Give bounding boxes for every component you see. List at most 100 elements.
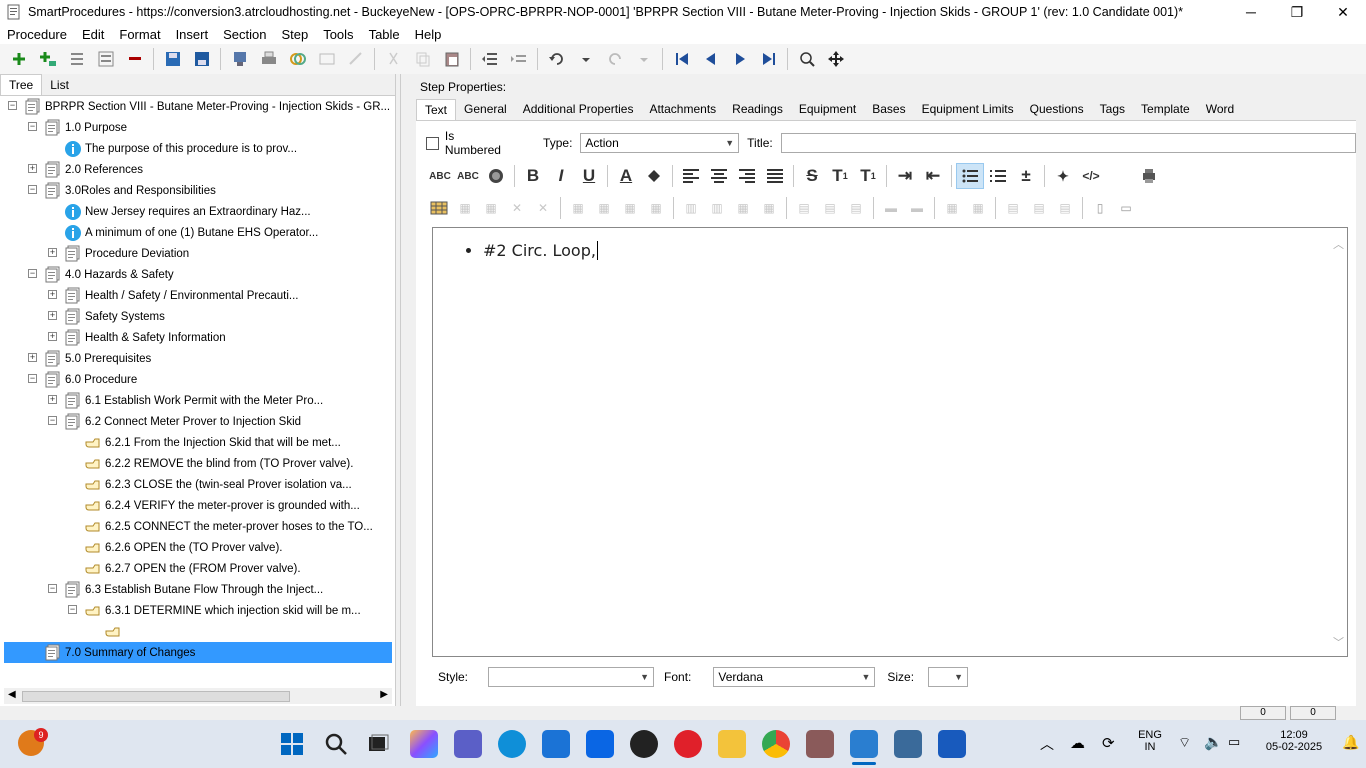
undo-icon[interactable] (542, 46, 571, 72)
tree-node[interactable]: 6.2.7 OPEN the (FROM Prover valve). (84, 558, 301, 579)
subscript-icon[interactable]: T1 (854, 163, 882, 189)
tree-node[interactable]: − 6.3 Establish Butane Flow Through the I… (48, 579, 323, 600)
table-tool-icon[interactable]: ▦ (730, 197, 756, 219)
tab-text[interactable]: Text (416, 99, 457, 120)
table-tool-icon[interactable]: ▤ (817, 197, 843, 219)
power-automate-icon[interactable] (586, 730, 614, 758)
table-tool-icon[interactable]: ▦ (565, 197, 591, 219)
font-select[interactable]: Verdana ▼ (713, 667, 876, 687)
battery-icon[interactable]: ▭ (1228, 734, 1240, 750)
tray-sync-icon[interactable]: ⟳ (1102, 734, 1115, 752)
redirect-icon[interactable] (341, 46, 370, 72)
menu-procedure[interactable]: Procedure (0, 27, 75, 42)
tree-node[interactable]: − 1.0 Purpose (28, 117, 127, 138)
collapse-icon[interactable]: − (48, 584, 57, 593)
language-indicator[interactable]: ENG IN (1134, 729, 1166, 753)
tree-node[interactable]: 6.2.4 VERIFY the meter-prover is grounde… (84, 495, 360, 516)
tree-node[interactable]: 6.2.1 From the Injection Skid that will … (84, 432, 341, 453)
smartprocedures-taskbar-icon[interactable] (850, 730, 878, 758)
table-tool-icon[interactable]: ▦ (478, 197, 504, 219)
expand-icon[interactable]: + (48, 395, 57, 404)
tree-node[interactable] (104, 621, 125, 642)
move-icon[interactable] (821, 46, 850, 72)
tree-node[interactable]: − BPRPR Section VIII - Butane Meter-Provi… (8, 96, 390, 117)
tray-chevron-icon[interactable]: ︿ (1040, 734, 1054, 754)
tree-node[interactable]: + Safety Systems (48, 306, 165, 327)
bold-icon[interactable]: B (519, 163, 547, 189)
redo-icon[interactable] (600, 46, 629, 72)
table-tool-icon[interactable]: ▤ (1052, 197, 1078, 219)
table-tool-icon[interactable]: ▦ (756, 197, 782, 219)
clock[interactable]: 12:09 05-02-2025 (1256, 729, 1332, 753)
menu-step[interactable]: Step (274, 27, 316, 42)
magic-wand-icon[interactable]: ✦ (1049, 163, 1077, 189)
table-tool-icon[interactable]: ▦ (617, 197, 643, 219)
print-preview-icon[interactable] (1135, 163, 1163, 189)
collapse-icon[interactable]: − (28, 374, 37, 383)
tab-bases[interactable]: Bases (864, 99, 913, 120)
publish-icon[interactable] (225, 46, 254, 72)
tree-node[interactable]: − 3.0Roles and Responsibilities (28, 180, 216, 201)
tab-additional-properties[interactable]: Additional Properties (515, 99, 642, 120)
spellcheck-as-you-type-icon[interactable]: ABC (454, 163, 482, 189)
tree-node[interactable]: A minimum of one (1) Butane EHS Operator… (64, 222, 318, 243)
chrome-icon[interactable] (762, 730, 790, 758)
collapse-icon[interactable]: − (68, 605, 77, 614)
menu-tools[interactable]: Tools (316, 27, 361, 42)
highlight-icon[interactable] (482, 163, 510, 189)
restore-button[interactable]: ❐ (1274, 0, 1320, 24)
table-tool-icon[interactable]: ▬ (904, 197, 930, 219)
table-tool-icon[interactable]: ▤ (791, 197, 817, 219)
paste-icon[interactable] (437, 46, 466, 72)
link-icon[interactable] (283, 46, 312, 72)
menu-insert[interactable]: Insert (169, 27, 217, 42)
task-view-icon[interactable] (364, 730, 392, 758)
tree-node[interactable]: The purpose of this procedure is to prov… (64, 138, 297, 159)
align-center-icon[interactable] (705, 163, 733, 189)
bullet-list-icon[interactable] (956, 163, 984, 189)
size-select[interactable]: ▼ (928, 667, 969, 687)
table-tool-icon[interactable]: ✕ (504, 197, 530, 219)
tab-equipment-limits[interactable]: Equipment Limits (914, 99, 1022, 120)
collapse-icon[interactable]: − (28, 269, 37, 278)
collapse-icon[interactable]: − (28, 122, 37, 131)
strikethrough-icon[interactable]: S (798, 163, 826, 189)
type-select[interactable]: Action ▼ (580, 133, 740, 153)
add-child-icon[interactable] (33, 46, 62, 72)
title-input[interactable] (780, 133, 1356, 153)
table-tool-icon[interactable]: ▦ (939, 197, 965, 219)
table-tool-icon[interactable]: ▦ (965, 197, 991, 219)
next-icon[interactable] (725, 46, 754, 72)
start-icon[interactable] (278, 730, 306, 758)
tab-readings[interactable]: Readings (724, 99, 791, 120)
table-tool-icon[interactable]: ▤ (843, 197, 869, 219)
scrollbar-thumb[interactable] (22, 691, 290, 702)
tree-node[interactable]: 7.0 Summary of Changes (44, 642, 195, 663)
table-tool-icon[interactable]: ▭ (1113, 197, 1139, 219)
expand-icon[interactable]: + (48, 332, 57, 341)
save-all-icon[interactable] (187, 46, 216, 72)
expand-icon[interactable]: + (48, 290, 57, 299)
tree-node[interactable]: +5.0 Prerequisites (28, 348, 151, 369)
remove-icon[interactable] (120, 46, 149, 72)
table-tool-icon[interactable]: ▥ (678, 197, 704, 219)
tab-template[interactable]: Template (1133, 99, 1198, 120)
dell-icon[interactable] (630, 730, 658, 758)
copy-icon[interactable] (408, 46, 437, 72)
table-tool-icon[interactable]: ▯ (1087, 197, 1113, 219)
outdent-icon[interactable] (475, 46, 504, 72)
style-select[interactable]: ▼ (488, 667, 655, 687)
tab-word[interactable]: Word (1198, 99, 1242, 120)
tree-node[interactable]: New Jersey requires an Extraordinary Haz… (64, 201, 311, 222)
save-icon[interactable] (158, 46, 187, 72)
tab-questions[interactable]: Questions (1022, 99, 1092, 120)
underline-icon[interactable]: U (575, 163, 603, 189)
notifications-icon[interactable]: 🔔 (1342, 734, 1359, 751)
tree-node[interactable]: +2.0 References (28, 159, 143, 180)
archive-icon[interactable] (806, 730, 834, 758)
table-tool-icon[interactable]: ✕ (530, 197, 556, 219)
step-text-editor[interactable]: #2 Circ. Loop, ︿ ﹀ (432, 227, 1348, 657)
menu-section[interactable]: Section (216, 27, 274, 42)
scroll-up-icon[interactable]: ︿ (1333, 236, 1344, 252)
tree-node[interactable]: 6.2.2 REMOVE the blind from (TO Prover v… (84, 453, 353, 474)
